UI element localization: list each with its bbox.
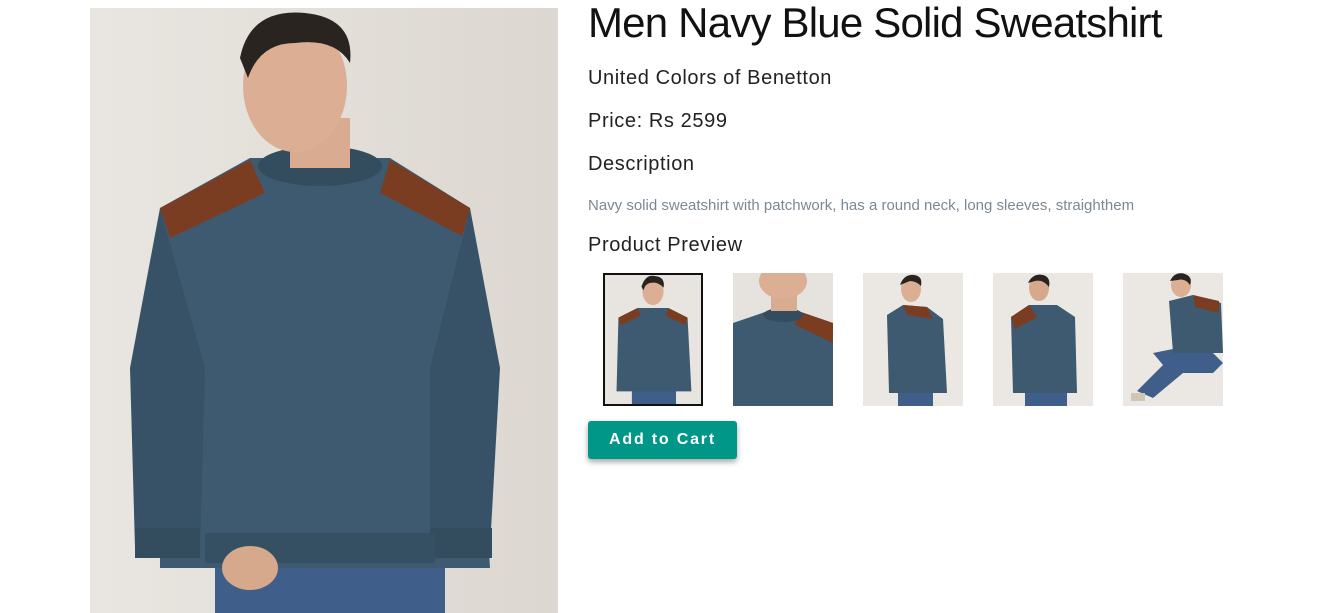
main-product-image — [90, 8, 558, 613]
preview-thumbnail-5[interactable] — [1123, 273, 1223, 406]
preview-thumbnail-1[interactable] — [603, 273, 703, 406]
product-price: Price: Rs 2599 — [588, 110, 728, 132]
description-text: Navy solid sweatshirt with patchwork, ha… — [588, 197, 1135, 214]
preview-thumbnail-3[interactable] — [863, 273, 963, 406]
description-heading: Description — [588, 153, 695, 175]
product-title: Men Navy Blue Solid Sweatshirt — [588, 0, 1162, 46]
preview-thumbnail-4[interactable] — [993, 273, 1093, 406]
brand-name: United Colors of Benetton — [588, 67, 833, 89]
add-to-cart-button[interactable]: Add to Cart — [588, 421, 737, 459]
product-preview-heading: Product Preview — [588, 234, 743, 256]
preview-thumbnail-2[interactable] — [733, 273, 833, 406]
